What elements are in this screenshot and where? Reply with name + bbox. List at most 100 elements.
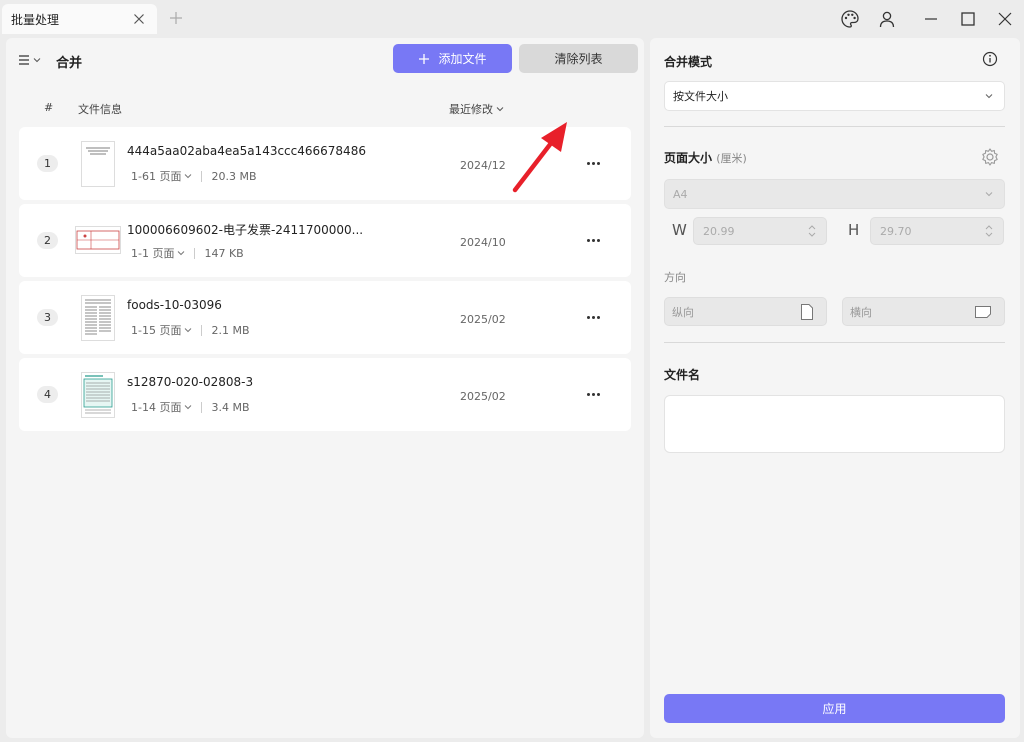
add-files-label: 添加文件 (438, 52, 487, 66)
file-list-panel: 合并 添加文件 清除列表 # 文件信息 最近修改 1 444a5aa02aba4… (6, 38, 644, 738)
plus-icon[interactable] (168, 10, 184, 26)
menu-button[interactable] (18, 52, 44, 68)
page-size-value: A4 (673, 187, 688, 201)
file-name: s12870-020-02808-3 (127, 375, 254, 389)
page-title: 合并 (56, 56, 83, 71)
chevron-down-icon (185, 405, 192, 410)
info-icon[interactable] (982, 51, 998, 67)
divider (194, 247, 196, 259)
add-files-button[interactable]: 添加文件 (393, 44, 512, 73)
file-row[interactable]: 4 s12870-020-02808-3 1-14 页面 3.4 MB 2025… (19, 358, 631, 431)
column-header-modified-label: 最近修改 (449, 103, 493, 116)
file-size: 3.4 MB (211, 400, 250, 414)
more-options-icon[interactable] (583, 230, 603, 250)
more-options-icon[interactable] (583, 153, 603, 173)
width-label: W (672, 221, 687, 239)
column-header-file-info: 文件信息 (78, 103, 122, 116)
height-label: H (848, 221, 860, 239)
file-name: foods-10-03096 (127, 298, 222, 312)
filename-label: 文件名 (664, 368, 701, 382)
maximize-icon[interactable] (957, 8, 979, 30)
document-thumbnail (81, 372, 115, 418)
row-number: 4 (37, 386, 58, 403)
portrait-button[interactable]: 纵向 (664, 297, 827, 326)
chevron-down-icon (185, 328, 192, 333)
column-header-number: # (44, 101, 54, 114)
file-name: 444a5aa02aba4ea5a143ccc466678486 (127, 144, 366, 158)
plus-icon (419, 53, 430, 64)
file-size: 20.3 MB (211, 169, 257, 183)
modified-date: 2025/02 (460, 390, 506, 403)
window-close-icon[interactable] (994, 8, 1016, 30)
divider (664, 126, 1005, 127)
tab-title: 批量处理 (11, 12, 60, 27)
merge-mode-label: 合并模式 (664, 55, 713, 69)
close-icon[interactable] (131, 11, 147, 27)
minimize-icon[interactable] (920, 8, 942, 30)
page-range-dropdown[interactable]: 1-15 页面 (131, 322, 181, 338)
tab-batch-process[interactable]: 批量处理 (2, 4, 157, 34)
clear-list-label: 清除列表 (554, 52, 603, 66)
modified-date: 2025/02 (460, 313, 506, 326)
file-meta: 1-14 页面 3.4 MB (131, 399, 250, 415)
divider (201, 401, 203, 413)
page-size-select[interactable]: A4 (664, 179, 1005, 209)
portrait-label: 纵向 (672, 305, 694, 319)
width-input[interactable]: 20.99 (693, 217, 827, 245)
settings-panel: 合并模式 按文件大小 页面大小 (厘米) A4 W 20.99 H 29.70 … (650, 38, 1020, 738)
portrait-page-icon (801, 304, 813, 320)
page-range-dropdown[interactable]: 1-14 页面 (131, 399, 181, 415)
divider (664, 342, 1005, 343)
file-meta: 1-15 页面 2.1 MB (131, 322, 250, 338)
divider (201, 170, 203, 182)
page-size-label: 页面大小 (厘米) (664, 149, 747, 166)
chevron-down-icon (496, 107, 504, 112)
document-thumbnail (81, 141, 115, 187)
file-meta: 1-61 页面 20.3 MB (131, 168, 257, 184)
file-size: 147 KB (204, 246, 244, 260)
merge-mode-value: 按文件大小 (673, 90, 728, 103)
page-size-label-text: 页面大小 (664, 151, 713, 165)
chevron-down-icon (985, 192, 993, 197)
divider (201, 324, 203, 336)
row-number: 3 (37, 309, 58, 326)
document-thumbnail (75, 226, 121, 254)
file-name: 100006609602-电子发票-2411700000... (127, 223, 364, 237)
apply-button[interactable]: 应用 (664, 694, 1005, 723)
chevron-down-icon (185, 174, 192, 179)
stepper-icon[interactable] (807, 224, 817, 238)
page-size-unit: (厘米) (716, 152, 747, 165)
height-input[interactable]: 29.70 (870, 217, 1004, 245)
page-range-dropdown[interactable]: 1-1 页面 (131, 245, 174, 261)
list-icon (19, 55, 29, 65)
stepper-icon[interactable] (984, 224, 994, 238)
chevron-down-icon (985, 94, 993, 99)
apply-label: 应用 (822, 702, 847, 716)
landscape-page-icon (975, 306, 991, 318)
title-bar: 批量处理 (0, 0, 1024, 37)
file-row[interactable]: 2 100006609602-电子发票-2411700000... 1-1 页面… (19, 204, 631, 277)
width-value: 20.99 (703, 224, 735, 238)
merge-mode-select[interactable]: 按文件大小 (664, 81, 1005, 111)
file-row[interactable]: 3 foods-10-03096 1-15 页面 2.1 MB 2025/02 (19, 281, 631, 354)
more-options-icon[interactable] (583, 307, 603, 327)
row-number: 2 (37, 232, 58, 249)
column-header-modified[interactable]: 最近修改 (449, 101, 504, 117)
filename-input[interactable] (664, 395, 1005, 453)
landscape-label: 横向 (850, 305, 872, 319)
user-icon[interactable] (876, 8, 898, 30)
document-thumbnail (81, 295, 115, 341)
modified-date: 2024/12 (460, 159, 506, 172)
palette-icon[interactable] (839, 8, 861, 30)
chevron-down-icon (33, 58, 41, 63)
landscape-button[interactable]: 横向 (842, 297, 1005, 326)
orientation-label: 方向 (664, 271, 686, 284)
more-options-icon[interactable] (583, 384, 603, 404)
gear-icon[interactable] (980, 147, 1000, 167)
file-size: 2.1 MB (211, 323, 250, 337)
row-number: 1 (37, 155, 58, 172)
clear-list-button[interactable]: 清除列表 (519, 44, 638, 73)
modified-date: 2024/10 (460, 236, 506, 249)
chevron-down-icon (178, 251, 185, 256)
page-range-dropdown[interactable]: 1-61 页面 (131, 168, 181, 184)
